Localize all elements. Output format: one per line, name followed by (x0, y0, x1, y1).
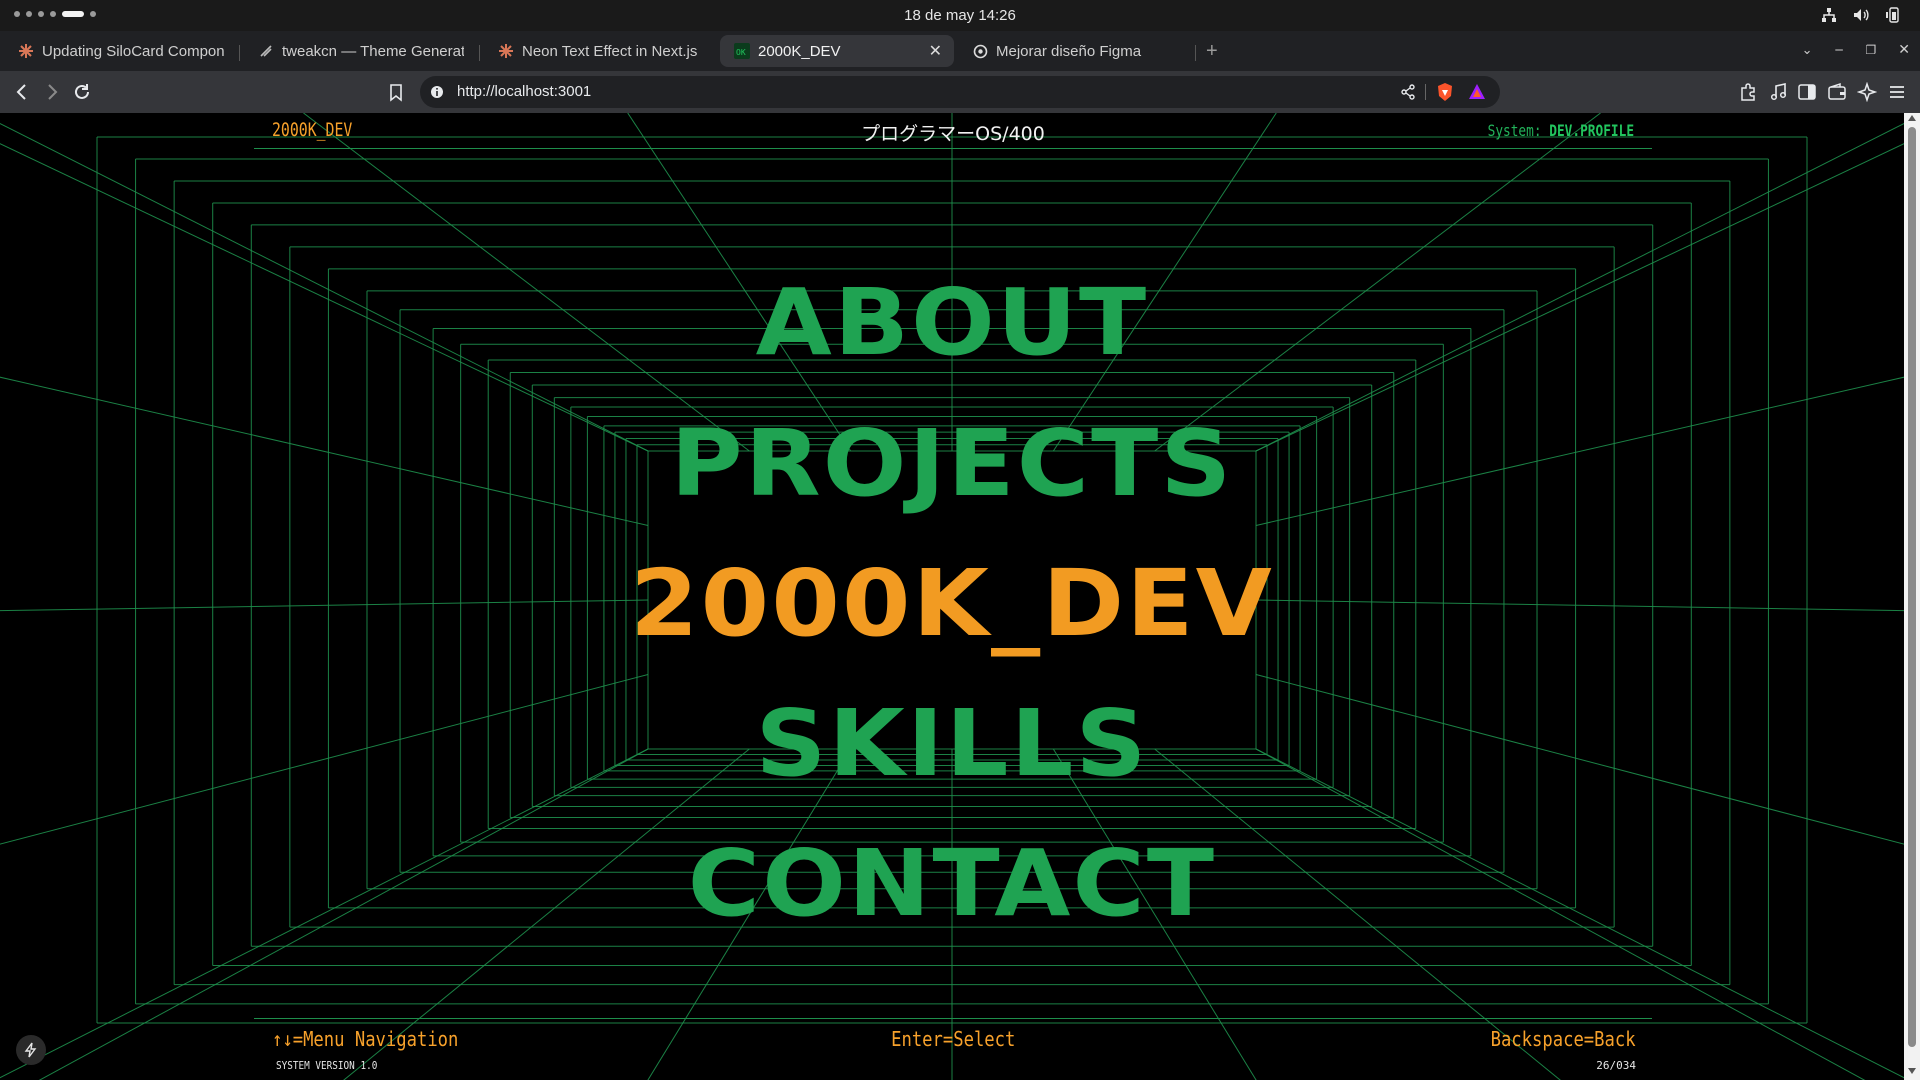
media-icon[interactable] (1768, 82, 1788, 102)
brave-rewards-icon[interactable] (1468, 83, 1486, 101)
battery-icon[interactable] (1884, 6, 1902, 24)
browser-tab-strip: Updating SiloCard Compone tweakcn — Them… (0, 31, 1920, 71)
reload-icon[interactable] (72, 82, 92, 102)
browser-tab[interactable]: Neon Text Effect in Next.js (484, 35, 716, 67)
menu-item-contact[interactable]: CONTACT (0, 838, 1904, 930)
svg-text:OK: OK (736, 48, 746, 57)
close-tab-icon[interactable]: ✕ (929, 41, 942, 61)
dev-tools-button[interactable] (16, 1035, 46, 1065)
back-hint: Backspace=Back (1491, 1027, 1636, 1051)
browser-toolbar: http://localhost:3001 (0, 71, 1920, 113)
os-top-bar: 18 de may 14:26 (0, 0, 1920, 31)
url-text[interactable]: http://localhost:3001 (457, 83, 591, 100)
page-counter: 26/034 (1596, 1059, 1636, 1072)
browser-tab[interactable]: Mejorar diseño Figma (958, 35, 1190, 67)
scroll-up-arrow-icon[interactable] (1908, 115, 1916, 121)
menu-icon[interactable] (1887, 82, 1907, 102)
address-bar[interactable]: http://localhost:3001 (420, 76, 1500, 108)
volume-icon[interactable] (1852, 6, 1870, 24)
tweakcn-icon (258, 43, 274, 59)
page-viewport: 2000K_DEV プログラマーOS/400 System: DEV.PROFI… (0, 113, 1904, 1080)
claude-burst-icon (498, 43, 514, 59)
lightning-bolt-icon (24, 1042, 37, 1058)
tab-title: Updating SiloCard Compone (42, 42, 224, 60)
main-menu: ABOUT PROJECTS 2000K_DEV SKILLS CONTACT (0, 113, 1904, 1080)
browser-tab[interactable]: Updating SiloCard Compone (4, 35, 236, 67)
menu-item-about[interactable]: ABOUT (0, 277, 1904, 369)
restore-icon[interactable]: ❐ (1866, 43, 1877, 57)
system-clock[interactable]: 18 de may 14:26 (0, 7, 1920, 24)
tab-separator (1195, 45, 1196, 61)
site-info-icon[interactable] (430, 85, 444, 99)
system-tray[interactable] (1820, 6, 1902, 24)
ok-terminal-icon: OK (734, 43, 750, 59)
bookmark-icon[interactable] (386, 82, 406, 102)
new-tab-button[interactable]: + (1206, 40, 1218, 63)
share-icon[interactable] (1400, 84, 1416, 100)
tab-title: Neon Text Effect in Next.js (522, 42, 698, 60)
tab-title: Mejorar diseño Figma (996, 42, 1142, 60)
extensions-icon[interactable] (1738, 82, 1758, 102)
select-hint: Enter=Select (890, 1027, 1016, 1051)
browser-tab-active[interactable]: OK 2000K_DEV ✕ (720, 35, 954, 67)
page-scrollbar[interactable] (1904, 113, 1920, 1080)
tab-title: 2000K_DEV (758, 42, 841, 60)
menu-item-skills[interactable]: SKILLS (0, 698, 1904, 790)
footer-bar: ↑↓=Menu Navigation Enter=Select Backspac… (254, 1018, 1652, 1080)
tab-separator (239, 45, 240, 61)
urlbar-divider (1425, 84, 1426, 100)
select-hint-wrap: Enter=Select (254, 1027, 1652, 1051)
system-version: SYSTEM VERSION 1.0 (276, 1059, 378, 1072)
tab-search-chevron-icon[interactable]: ⌄ (1802, 43, 1813, 58)
brave-shields-icon[interactable] (1436, 82, 1454, 102)
minimize-icon[interactable]: ‒ (1835, 42, 1844, 58)
menu-item-projects[interactable]: PROJECTS (0, 418, 1904, 510)
back-icon[interactable] (12, 82, 32, 102)
menu-item-2000k-dev[interactable]: 2000K_DEV (0, 558, 1904, 650)
network-icon[interactable] (1820, 6, 1838, 24)
claude-burst-icon (18, 43, 34, 59)
openai-icon (972, 43, 988, 59)
browser-tab[interactable]: tweakcn — Theme Generato (244, 35, 476, 67)
forward-icon[interactable] (42, 82, 62, 102)
scroll-thumb[interactable] (1908, 127, 1916, 1047)
leo-ai-icon[interactable] (1857, 82, 1877, 102)
tab-separator (479, 45, 480, 61)
sidebar-icon[interactable] (1797, 82, 1817, 102)
scroll-down-arrow-icon[interactable] (1908, 1068, 1916, 1074)
wallet-icon[interactable] (1827, 82, 1847, 102)
close-window-icon[interactable]: ✕ (1898, 42, 1910, 58)
tab-title: tweakcn — Theme Generato (282, 42, 464, 60)
